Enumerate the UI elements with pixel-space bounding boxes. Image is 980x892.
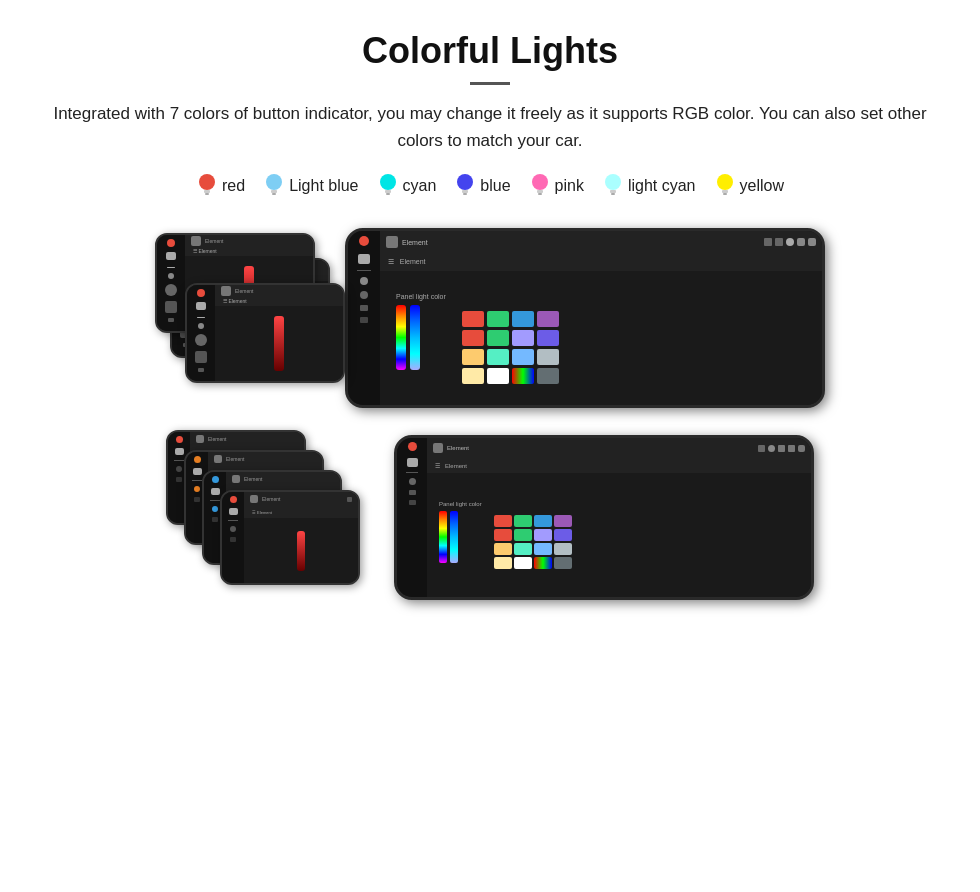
bottom-device-1: Element ☰ Element bbox=[220, 490, 360, 585]
title-divider bbox=[470, 82, 510, 85]
title-section: Colorful Lights Integrated with 7 colors… bbox=[40, 30, 940, 154]
top-stacked-group: Element ☰ Element bbox=[155, 233, 335, 403]
pink-bulb-icon bbox=[529, 172, 551, 200]
blue-bulb-icon bbox=[454, 172, 476, 200]
color-label-red: red bbox=[222, 177, 245, 195]
color-item-blue: blue bbox=[454, 172, 510, 200]
color-item-lightblue: Light blue bbox=[263, 172, 358, 200]
svg-rect-20 bbox=[723, 193, 727, 195]
svg-rect-13 bbox=[537, 190, 543, 193]
top-devices-row: Element ☰ Element bbox=[40, 228, 940, 408]
svg-point-12 bbox=[532, 174, 548, 190]
svg-rect-11 bbox=[463, 193, 467, 195]
svg-rect-5 bbox=[272, 193, 276, 195]
color-item-cyan: cyan bbox=[377, 172, 437, 200]
svg-rect-10 bbox=[462, 190, 468, 193]
color-item-yellow: yellow bbox=[714, 172, 784, 200]
yellow-bulb-icon bbox=[714, 172, 736, 200]
color-label-blue: blue bbox=[480, 177, 510, 195]
svg-rect-8 bbox=[386, 193, 390, 195]
lightcyan-bulb-icon bbox=[602, 172, 624, 200]
svg-rect-2 bbox=[205, 193, 209, 195]
top-device-1: Element ☰ Element bbox=[185, 283, 345, 383]
red-bulb-icon bbox=[196, 172, 218, 200]
color-label-lightblue: Light blue bbox=[289, 177, 358, 195]
color-item-red: red bbox=[196, 172, 245, 200]
svg-point-15 bbox=[605, 174, 621, 190]
color-indicators: red Light blue cyan bbox=[40, 172, 940, 200]
color-label-cyan: cyan bbox=[403, 177, 437, 195]
bottom-devices-row: Element ☰ Element bbox=[40, 430, 940, 605]
svg-rect-4 bbox=[271, 190, 277, 193]
svg-point-9 bbox=[457, 174, 473, 190]
bottom-main-device: Element ☰ Element bbox=[394, 435, 814, 600]
panel-label-top: Panel light color bbox=[396, 293, 446, 300]
cyan-bulb-icon bbox=[377, 172, 399, 200]
color-item-lightcyan: light cyan bbox=[602, 172, 696, 200]
svg-rect-16 bbox=[610, 190, 616, 193]
description-text: Integrated with 7 colors of button indic… bbox=[40, 100, 940, 154]
lightblue-bulb-icon bbox=[263, 172, 285, 200]
svg-point-18 bbox=[717, 174, 733, 190]
color-item-pink: pink bbox=[529, 172, 584, 200]
color-label-lightcyan: light cyan bbox=[628, 177, 696, 195]
svg-rect-17 bbox=[611, 193, 615, 195]
svg-rect-7 bbox=[385, 190, 391, 193]
svg-point-0 bbox=[199, 174, 215, 190]
color-label-pink: pink bbox=[555, 177, 584, 195]
panel-label-bottom: Panel light color bbox=[439, 501, 482, 507]
bottom-stacked-group: Element ☰ Element bbox=[166, 430, 386, 605]
svg-rect-14 bbox=[538, 193, 542, 195]
page-container: Colorful Lights Integrated with 7 colors… bbox=[0, 0, 980, 657]
svg-rect-1 bbox=[204, 190, 210, 193]
svg-rect-19 bbox=[722, 190, 728, 193]
page-title: Colorful Lights bbox=[40, 30, 940, 72]
svg-point-3 bbox=[266, 174, 282, 190]
color-label-yellow: yellow bbox=[740, 177, 784, 195]
svg-point-6 bbox=[380, 174, 396, 190]
top-main-device: Element ☰ Element bbox=[345, 228, 825, 408]
